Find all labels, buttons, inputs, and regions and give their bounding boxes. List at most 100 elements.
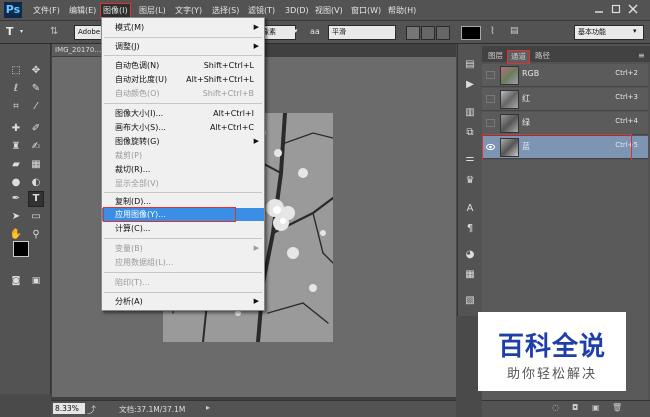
- history-brush-tool-icon[interactable]: ✍: [29, 140, 43, 154]
- document-tab[interactable]: IMG_20170…: [52, 44, 101, 56]
- menu-window[interactable]: 窗口(W): [351, 4, 381, 17]
- menu-item-auto-contrast[interactable]: 自动对比度(U) Alt+Shift+Ctrl+L: [102, 73, 264, 86]
- tab-paths[interactable]: 路径: [532, 50, 553, 62]
- properties-icon[interactable]: ⚌: [463, 152, 477, 166]
- crop-tool-icon[interactable]: ⌗: [9, 100, 23, 114]
- menu-item-calculations[interactable]: 计算(C)...: [102, 222, 264, 235]
- healing-brush-tool-icon[interactable]: ✚: [9, 122, 23, 136]
- tab-layers[interactable]: 图层: [485, 50, 506, 62]
- character-icon[interactable]: A: [463, 202, 477, 216]
- align-center-icon[interactable]: [421, 26, 435, 40]
- blur-tool-icon[interactable]: ●: [9, 176, 23, 190]
- channel-row-green[interactable]: 绿 Ctrl+4: [482, 112, 648, 135]
- tool-preset-chevron-icon[interactable]: ▾: [20, 25, 23, 38]
- menu-item-trim[interactable]: 裁切(R)...: [102, 163, 264, 176]
- maximize-icon[interactable]: [611, 4, 621, 14]
- path-select-tool-icon[interactable]: ➤: [9, 210, 23, 224]
- antialias-chevron-icon[interactable]: ▾: [392, 25, 396, 38]
- menu-item-canvas-size[interactable]: 画布大小(S)... Alt+Ctrl+C: [102, 121, 264, 134]
- submenu-arrow-icon: ▶: [253, 297, 259, 305]
- menu-item-adjustments[interactable]: 调整(J) ▶: [102, 40, 264, 53]
- font-size-chevron-icon[interactable]: ▾: [294, 25, 298, 38]
- foreground-color-swatch[interactable]: [13, 241, 29, 257]
- menu-item-image-rotation[interactable]: 图像旋转(G) ▶: [102, 135, 264, 148]
- load-channel-selection-icon[interactable]: ◌: [552, 403, 559, 412]
- brush-presets-icon[interactable]: ♛: [463, 174, 477, 188]
- quick-mask-icon[interactable]: ◙: [9, 274, 23, 288]
- clone-stamp-tool-icon[interactable]: ♜: [9, 140, 23, 154]
- visibility-off-icon[interactable]: [486, 71, 495, 79]
- warp-text-icon[interactable]: ⌇: [490, 25, 495, 38]
- lasso-tool-icon[interactable]: ℓ: [9, 82, 23, 96]
- channel-thumbnail: [500, 114, 519, 133]
- minimize-icon[interactable]: [594, 4, 604, 14]
- status-arrow-icon[interactable]: ▸: [206, 403, 210, 412]
- eyedropper-tool-icon[interactable]: ⁄: [29, 100, 43, 114]
- channel-row-red[interactable]: 红 Ctrl+3: [482, 88, 648, 111]
- menu-item-trap: 陷印(T)...: [115, 278, 150, 287]
- menu-filter[interactable]: 滤镜(T): [248, 4, 275, 17]
- tab-channels[interactable]: 通道: [507, 50, 530, 64]
- menu-divider: [104, 37, 262, 38]
- menu-edit[interactable]: 编辑(E): [69, 4, 96, 17]
- hand-tool-icon[interactable]: ✋: [9, 228, 23, 242]
- channel-thumbnail: [500, 90, 519, 109]
- menu-view[interactable]: 视图(V): [315, 4, 343, 17]
- shape-tool-icon[interactable]: ▭: [29, 210, 43, 224]
- menu-item-auto-tone[interactable]: 自动色调(N) Shift+Ctrl+L: [102, 59, 264, 72]
- menu-select[interactable]: 选择(S): [212, 4, 239, 17]
- type-tool-icon[interactable]: T: [28, 191, 44, 207]
- align-right-icon[interactable]: [436, 26, 450, 40]
- align-left-icon[interactable]: [406, 26, 420, 40]
- character-panel-icon[interactable]: ▤: [510, 25, 519, 38]
- screen-mode-icon[interactable]: ▣: [29, 274, 43, 288]
- zoom-field[interactable]: 8.33%: [53, 403, 85, 414]
- visibility-off-icon[interactable]: [486, 95, 495, 103]
- move-tool-icon[interactable]: ✥: [29, 64, 43, 78]
- history-panel-icon[interactable]: ▤: [463, 58, 477, 72]
- delete-channel-icon[interactable]: 🗑: [612, 403, 622, 412]
- menu-file[interactable]: 文件(F): [33, 4, 60, 17]
- zoom-tool-icon[interactable]: ⚲: [29, 228, 43, 242]
- save-selection-icon[interactable]: ◘: [572, 403, 578, 412]
- menu-3d[interactable]: 3D(D): [285, 4, 309, 17]
- menu-image[interactable]: 图像(I): [100, 3, 131, 18]
- menu-layer[interactable]: 图层(L): [139, 4, 166, 17]
- antialias-select[interactable]: 平滑: [328, 25, 396, 40]
- dodge-tool-icon[interactable]: ◐: [29, 176, 43, 190]
- panel-menu-icon[interactable]: ≡: [635, 50, 648, 62]
- clone-source-icon[interactable]: ⧉: [463, 126, 477, 140]
- layer-comps-icon[interactable]: ▥: [463, 106, 477, 120]
- pen-tool-icon[interactable]: ✒: [9, 192, 23, 206]
- eraser-tool-icon[interactable]: ▰: [9, 158, 23, 172]
- quick-select-tool-icon[interactable]: ✎: [29, 82, 43, 96]
- font-family-field[interactable]: Adobe ...: [74, 25, 109, 40]
- menu-item-apply-data-set: 应用数据组(L)...: [115, 258, 174, 267]
- menu-type[interactable]: 文字(Y): [175, 4, 202, 17]
- text-color-swatch[interactable]: [461, 26, 481, 40]
- channel-row-rgb[interactable]: RGB Ctrl+2: [482, 64, 648, 87]
- text-tool-icon[interactable]: T: [6, 25, 14, 38]
- close-icon[interactable]: [628, 4, 638, 14]
- menu-item-analysis[interactable]: 分析(A) ▶: [102, 295, 264, 308]
- channel-name: RGB: [522, 69, 540, 78]
- brush-tool-icon[interactable]: ✐: [29, 122, 43, 136]
- menu-item-mode[interactable]: 模式(M) ▶: [102, 21, 264, 34]
- status-bar: 8.33% ⤴ 文档:37.1M/37.1M ▸: [51, 400, 456, 417]
- new-channel-icon[interactable]: ▣: [592, 403, 600, 412]
- workspace-chevron-icon[interactable]: ▾: [633, 25, 637, 38]
- swatches-icon[interactable]: ◕: [463, 248, 477, 262]
- text-orientation-icon[interactable]: ⇅: [50, 25, 58, 38]
- menu-item-image-size[interactable]: 图像大小(I)... Alt+Ctrl+I: [102, 107, 264, 120]
- marquee-tool-icon[interactable]: ⬚: [9, 64, 23, 78]
- menu-divider: [104, 103, 262, 104]
- notes-icon[interactable]: ▧: [463, 294, 477, 308]
- visibility-off-icon[interactable]: [486, 119, 495, 127]
- gradient-tool-icon[interactable]: ▦: [29, 158, 43, 172]
- actions-panel-icon[interactable]: ▶: [463, 78, 477, 92]
- styles-icon[interactable]: ▦: [463, 268, 477, 282]
- menu-help[interactable]: 帮助(H): [388, 4, 416, 17]
- paragraph-icon[interactable]: ¶: [463, 222, 477, 236]
- menu-item-auto-color: 自动颜色(O) Shift+Ctrl+B: [115, 89, 254, 98]
- status-menu-icon[interactable]: ⤴: [87, 403, 96, 416]
